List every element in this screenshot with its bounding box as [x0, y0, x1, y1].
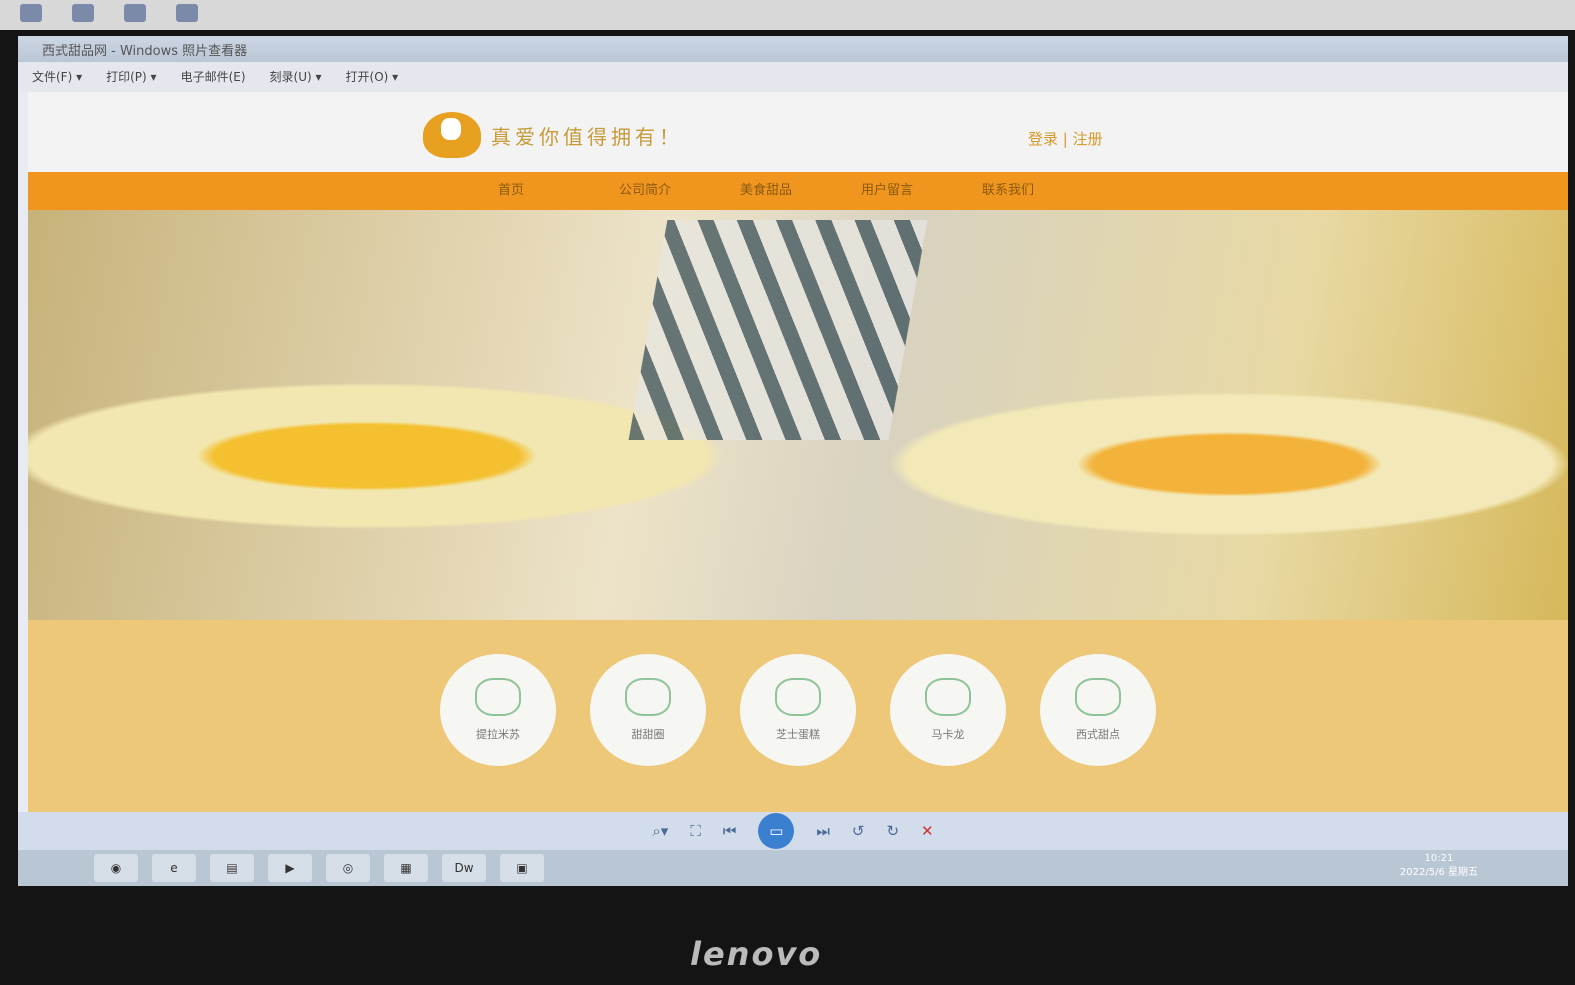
slogan: 真爱你值得拥有！ — [491, 124, 683, 149]
menu-burn[interactable]: 刻录(U) ▾ — [270, 68, 322, 86]
auth-links: 登录 | 注册 — [1028, 128, 1103, 149]
save-icon[interactable] — [72, 4, 94, 22]
category-donut[interactable]: 甜甜圈 — [590, 654, 706, 766]
photo-viewer-icon[interactable]: ▣ — [500, 854, 544, 882]
category-label: 马卡龙 — [931, 728, 965, 741]
category-label: 提拉米苏 — [476, 728, 520, 741]
cake-icon — [475, 678, 521, 716]
rotate-left-button[interactable]: ↺ — [852, 822, 865, 840]
website-screenshot: 真爱你值得拥有！ 登录 | 注册 首页 公司简介 美食甜品 用户留言 联系我们 … — [28, 92, 1568, 812]
start-button[interactable]: ◉ — [94, 854, 138, 882]
category-western-dessert[interactable]: 西式甜点 — [1040, 654, 1156, 766]
rotate-right-button[interactable]: ↻ — [886, 822, 899, 840]
redo-icon[interactable] — [176, 4, 198, 22]
media-player-icon[interactable]: ▶ — [268, 854, 312, 882]
window-title: 西式甜品网 - Windows 照片查看器 — [42, 43, 248, 59]
menu-bar: 文件(F) ▾ 打印(P) ▾ 电子邮件(E) 刻录(U) ▾ 打开(O) ▾ — [18, 62, 1568, 92]
delete-button[interactable]: ✕ — [921, 822, 934, 840]
category-label: 西式甜点 — [1076, 728, 1120, 741]
zoom-icon[interactable] — [20, 4, 42, 22]
nav-about[interactable]: 公司简介 — [619, 172, 740, 210]
title-bar: 西式甜品网 - Windows 照片查看器 — [18, 36, 1568, 62]
nav-home[interactable]: 首页 — [498, 172, 619, 210]
previous-button[interactable]: ⏮ — [723, 822, 737, 840]
nav-desserts[interactable]: 美食甜品 — [740, 172, 861, 210]
nav-messages[interactable]: 用户留言 — [861, 172, 982, 210]
menu-email[interactable]: 电子邮件(E) — [181, 68, 246, 86]
logo-icon — [423, 112, 481, 158]
register-link[interactable]: 注册 — [1073, 130, 1103, 148]
category-label: 芝士蛋糕 — [776, 728, 820, 741]
viewer-controls: ⌕▾ ⛶ ⏮ ▭ ⏭ ↺ ↻ ✕ — [18, 812, 1568, 850]
fit-button[interactable]: ⛶ — [690, 822, 701, 840]
undo-icon[interactable] — [124, 4, 146, 22]
outer-toolbar — [0, 0, 1575, 30]
clock-date: 2022/5/6 星期五 — [1399, 867, 1478, 878]
screen: 西式甜品网 - Windows 照片查看器 文件(F) ▾ 打印(P) ▾ 电子… — [18, 36, 1568, 886]
system-clock[interactable]: 10:21 2022/5/6 星期五 — [1400, 852, 1478, 880]
cheesecake-icon — [775, 678, 821, 716]
category-cheesecake[interactable]: 芝士蛋糕 — [740, 654, 856, 766]
striped-cloth — [628, 220, 928, 440]
login-link[interactable]: 登录 — [1028, 130, 1058, 148]
category-row: 提拉米苏 甜甜圈 芝士蛋糕 马卡龙 西式甜点 — [28, 620, 1568, 812]
dreamweaver-icon[interactable]: Dw — [442, 854, 486, 882]
monitor-brand-logo: lenovo — [690, 935, 823, 973]
explorer-icon[interactable]: ▤ — [210, 854, 254, 882]
hero-banner — [28, 210, 1568, 620]
menu-open[interactable]: 打开(O) ▾ — [346, 68, 399, 86]
logo: 真爱你值得拥有！ — [423, 112, 683, 158]
menu-print[interactable]: 打印(P) ▾ — [106, 68, 156, 86]
ie-icon[interactable]: e — [152, 854, 196, 882]
clock-time: 10:21 — [1424, 853, 1454, 864]
separator: | — [1062, 130, 1068, 148]
remote-desktop-icon[interactable]: ▦ — [384, 854, 428, 882]
slideshow-button[interactable]: ▭ — [758, 813, 795, 849]
muffin-icon — [1075, 678, 1121, 716]
macaron-icon — [925, 678, 971, 716]
nav-bar: 首页 公司简介 美食甜品 用户留言 联系我们 — [28, 172, 1568, 210]
zoom-button[interactable]: ⌕▾ — [652, 822, 668, 840]
site-header: 真爱你值得拥有！ 登录 | 注册 — [28, 92, 1568, 172]
donut-icon — [625, 678, 671, 716]
nav-contact[interactable]: 联系我们 — [982, 172, 1103, 210]
taskbar: ◉ e ▤ ▶ ◎ ▦ Dw ▣ 10:21 2022/5/6 星期五 — [18, 850, 1568, 886]
category-tiramisu[interactable]: 提拉米苏 — [440, 654, 556, 766]
next-button[interactable]: ⏭ — [816, 822, 830, 840]
chrome-icon[interactable]: ◎ — [326, 854, 370, 882]
menu-file[interactable]: 文件(F) ▾ — [32, 68, 82, 86]
category-label: 甜甜圈 — [631, 728, 665, 741]
category-macaron[interactable]: 马卡龙 — [890, 654, 1006, 766]
